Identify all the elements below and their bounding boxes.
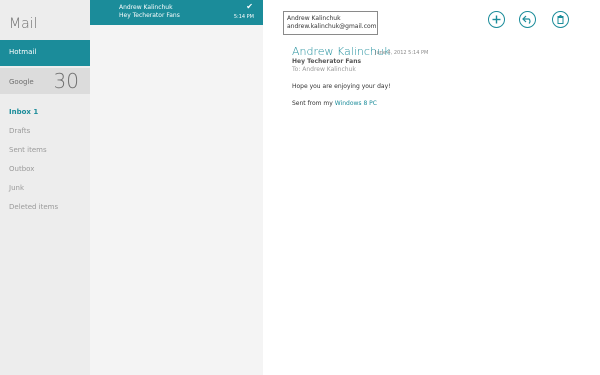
reply-icon [522,15,531,24]
folder-deleted-items[interactable]: Deleted items [9,203,58,211]
signature-link[interactable]: Windows 8 PC [335,100,377,107]
delete-button[interactable] [552,11,569,28]
contact-name: Andrew Kalinchuk [287,15,341,22]
message-subject: Hey Techerator Fans [292,58,362,65]
trash-icon [557,15,564,24]
message-list-item[interactable]: Andrew Kalinchuk Hey Techerator Fans ✔ 5… [90,0,263,25]
message-date: June 4, 2012 5:14 PM [375,50,429,56]
account-label: Hotmail [9,48,37,56]
account-hotmail[interactable]: Hotmail [0,40,90,66]
account-label: Google [9,78,34,86]
reading-pane: Andrew Kalinchuk andrew.kalinchuk@gmail.… [263,0,600,375]
app-title: Mail [9,16,38,32]
message-list: Andrew Kalinchuk Hey Techerator Fans ✔ 5… [90,0,263,375]
folder-sent-items[interactable]: Sent items [9,146,47,154]
respond-button[interactable] [519,11,536,28]
list-item-time: 5:14 PM [233,14,254,20]
message-signature: Sent from my Windows 8 PC [292,100,377,107]
unread-count: 30 [53,69,79,93]
folder-outbox[interactable]: Outbox [9,165,34,173]
plus-icon [492,15,501,24]
account-google[interactable]: Google 30 [0,68,90,94]
checkmark-icon[interactable]: ✔ [246,2,253,11]
navigation-pane: Mail Hotmail Google 30 Inbox 1 Drafts Se… [0,0,90,375]
message-recipients: To: Andrew Kalinchuk [292,66,356,73]
list-item-sender: Andrew Kalinchuk [119,4,173,11]
folder-junk[interactable]: Junk [9,184,24,192]
folder-inbox[interactable]: Inbox 1 [9,108,38,116]
new-message-button[interactable] [488,11,505,28]
contact-email: andrew.kalinchuk@gmail.com [287,23,377,30]
folder-drafts[interactable]: Drafts [9,127,30,135]
message-body: Hope you are enjoying your day! [292,83,391,90]
contact-card[interactable]: Andrew Kalinchuk andrew.kalinchuk@gmail.… [283,11,378,35]
list-item-subject: Hey Techerator Fans [119,12,180,19]
signature-prefix: Sent from my [292,100,335,107]
